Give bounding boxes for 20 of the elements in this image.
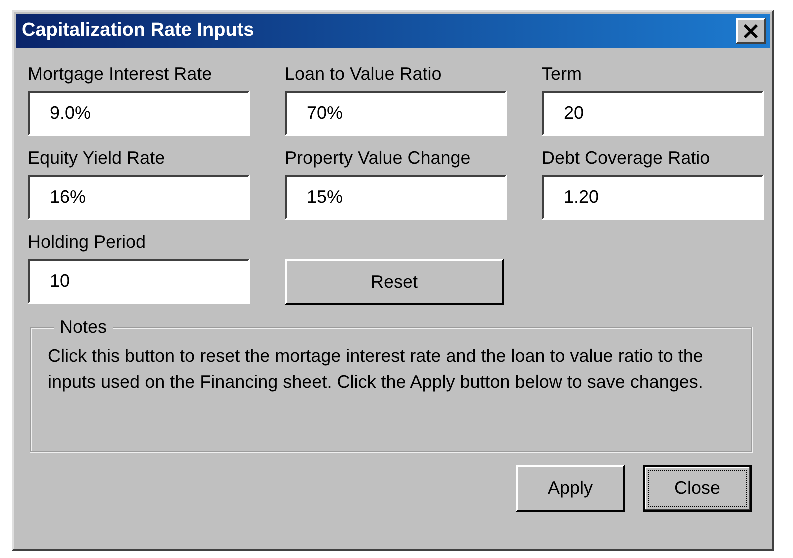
notes-text: Click this button to reset the mortage interest rate and the loan to value ratio to the inputs used on the Financing sheet. Click the Apply button below to save changes. [48, 345, 704, 394]
field-label: Mortgage Interest Rate [28, 64, 214, 86]
input-field[interactable]: 16% [28, 175, 250, 220]
input-field[interactable]: 10 [28, 259, 250, 304]
field-label: Term [542, 64, 583, 86]
dialog-button[interactable]: Apply [516, 465, 625, 512]
input-field[interactable]: 20 [542, 91, 764, 136]
input-field[interactable]: 1.20 [542, 175, 764, 220]
input-field[interactable]: 9.0% [28, 91, 250, 136]
reset-button[interactable]: Reset [285, 259, 504, 305]
input-field[interactable]: 15% [285, 175, 507, 220]
close-button[interactable]: × [736, 18, 766, 44]
field-label: Equity Yield Rate [28, 148, 166, 170]
input-field[interactable]: 70% [285, 91, 507, 136]
field-label: Debt Coverage Ratio [542, 148, 712, 170]
field-label: Property Value Change [285, 148, 472, 170]
field-label: Loan to Value Ratio [285, 64, 443, 86]
dialog-button[interactable]: Close [643, 465, 752, 512]
window-title: Capitalization Rate Inputs [22, 20, 254, 42]
field-label: Holding Period [28, 232, 148, 254]
